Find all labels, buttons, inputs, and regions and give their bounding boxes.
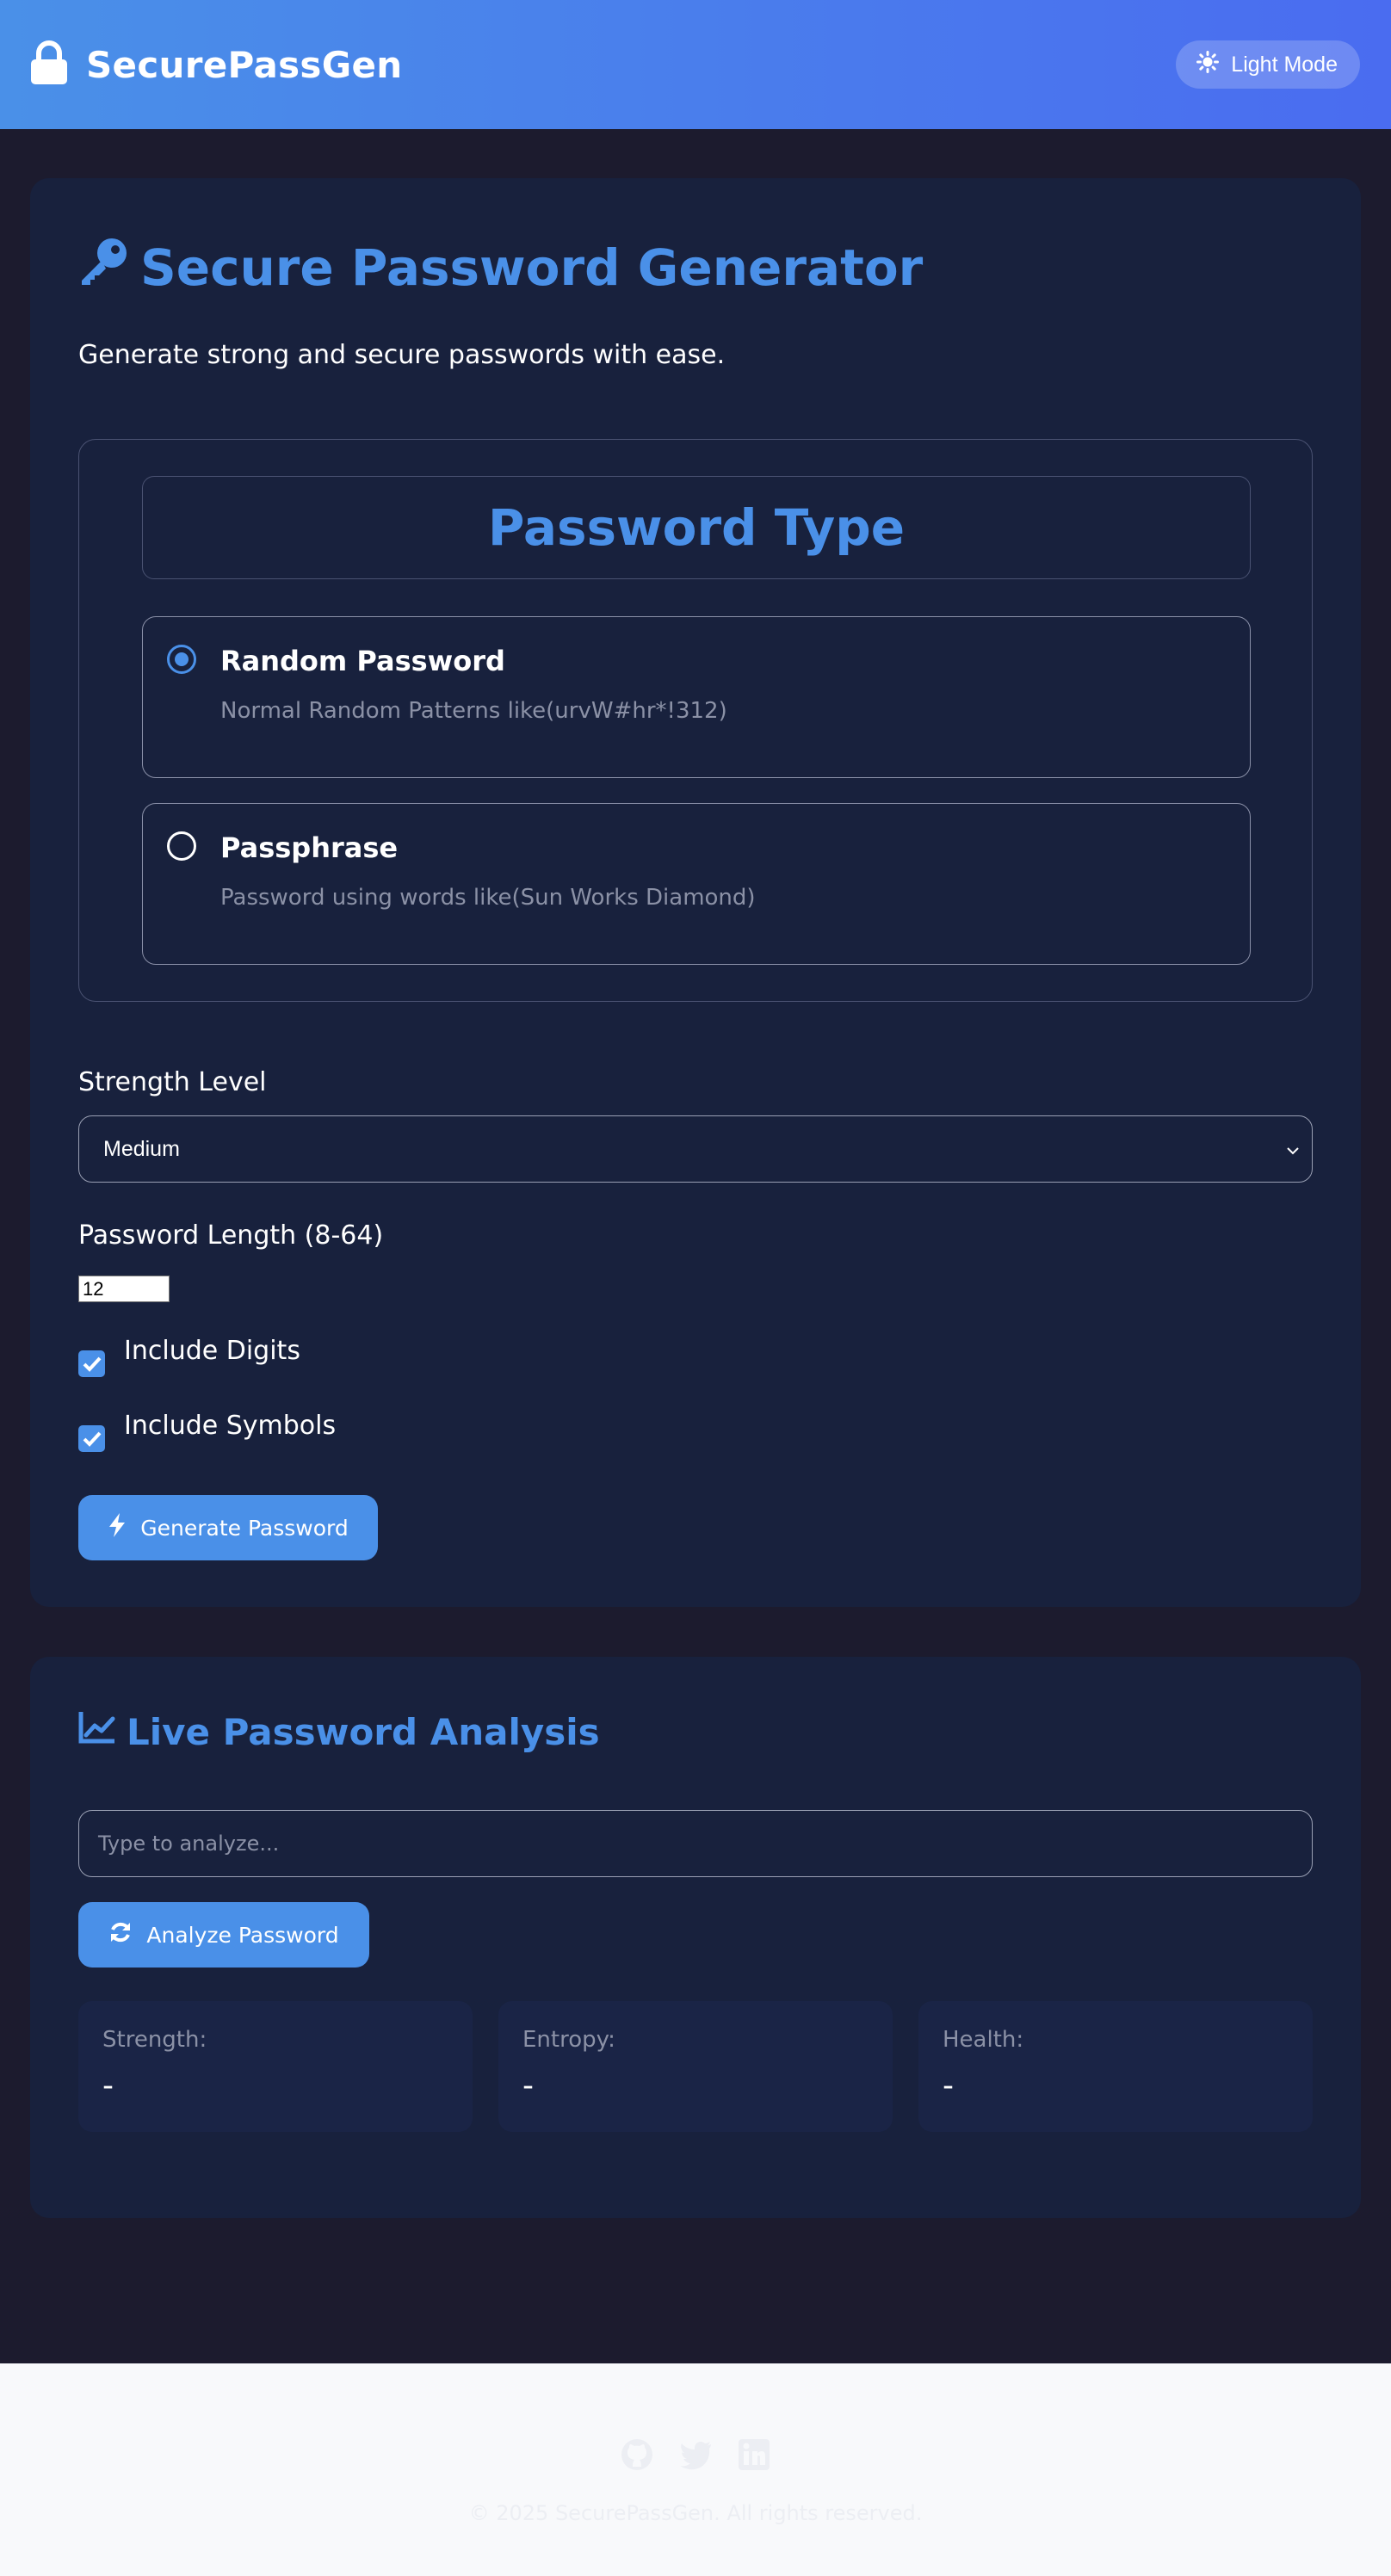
sun-icon	[1196, 50, 1220, 79]
stat-label: Health:	[943, 2027, 1024, 2053]
include-digits-label: Include Digits	[124, 1336, 300, 1366]
strength-level-value: Medium	[103, 1136, 180, 1161]
theme-toggle-button[interactable]: Light Mode	[1176, 40, 1360, 89]
page-subtitle: Generate strong and secure passwords wit…	[78, 340, 726, 370]
stat-value: -	[522, 2068, 534, 2103]
analyze-password-button[interactable]: Analyze Password	[78, 1902, 369, 1968]
entropy-stat: Entropy: -	[498, 2001, 893, 2132]
analyze-input-placeholder: Type to analyze...	[98, 1832, 280, 1856]
lock-icon	[29, 40, 69, 89]
key-icon	[78, 237, 128, 299]
strength-level-label: Strength Level	[78, 1067, 267, 1097]
option-random-password[interactable]: Random Password Normal Random Patterns l…	[142, 616, 1251, 778]
health-stat: Health: -	[918, 2001, 1313, 2132]
analysis-card: Live Password Analysis Type to analyze..…	[30, 1657, 1361, 2218]
option-description: Password using words like(Sun Works Diam…	[220, 885, 756, 911]
option-description: Normal Random Patterns like(urvW#hr*!312…	[220, 698, 727, 724]
strength-level-select[interactable]: Medium	[78, 1115, 1313, 1183]
radio-random-password[interactable]	[167, 645, 196, 674]
include-digits-row[interactable]: Include Digits	[78, 1336, 300, 1377]
stat-label: Entropy:	[522, 2027, 615, 2053]
analysis-title-text: Live Password Analysis	[127, 1710, 600, 1753]
password-length-label: Password Length (8-64)	[78, 1220, 384, 1251]
chevron-down-icon	[1286, 1137, 1300, 1162]
password-type-legend: Password Type	[142, 476, 1251, 579]
analyze-password-input[interactable]: Type to analyze...	[78, 1810, 1313, 1877]
page-title: Secure Password Generator	[78, 237, 923, 299]
password-type-fieldset: Password Type Random Password Normal Ran…	[78, 439, 1313, 1002]
generate-password-label: Generate Password	[140, 1515, 349, 1541]
option-title: Random Password	[220, 645, 505, 677]
include-digits-checkbox[interactable]	[78, 1350, 105, 1377]
refresh-icon	[108, 1920, 133, 1949]
option-passphrase[interactable]: Passphrase Password using words like(Sun…	[142, 803, 1251, 965]
footer: © 2025 SecurePassGen. All rights reserve…	[0, 2363, 1391, 2576]
github-icon[interactable]	[620, 2437, 654, 2472]
include-symbols-row[interactable]: Include Symbols	[78, 1411, 336, 1452]
navbar: SecurePassGen Light Mode	[0, 0, 1391, 129]
copyright: © 2025 SecurePassGen. All rights reserve…	[468, 2501, 923, 2525]
stat-label: Strength:	[102, 2027, 207, 2053]
analyze-password-label: Analyze Password	[146, 1922, 339, 1948]
generator-card: Secure Password Generator Generate stron…	[30, 178, 1361, 1607]
radio-passphrase[interactable]	[167, 831, 196, 861]
include-symbols-label: Include Symbols	[124, 1411, 337, 1441]
brand[interactable]: SecurePassGen	[29, 40, 402, 89]
stat-value: -	[943, 2068, 954, 2103]
chart-line-icon	[78, 1710, 116, 1753]
theme-toggle-label: Light Mode	[1231, 52, 1338, 77]
bolt-icon	[108, 1512, 127, 1543]
linkedin-icon[interactable]	[737, 2437, 771, 2472]
stat-value: -	[102, 2068, 114, 2103]
analysis-title: Live Password Analysis	[78, 1710, 600, 1753]
generate-password-button[interactable]: Generate Password	[78, 1495, 378, 1560]
password-length-input[interactable]: 12	[78, 1276, 170, 1302]
strength-stat: Strength: -	[78, 2001, 473, 2132]
include-symbols-checkbox[interactable]	[78, 1425, 105, 1452]
twitter-icon[interactable]	[678, 2437, 713, 2472]
page-title-text: Secure Password Generator	[140, 238, 924, 297]
brand-title: SecurePassGen	[86, 43, 403, 86]
social-links	[0, 2437, 1391, 2472]
option-title: Passphrase	[220, 831, 399, 864]
